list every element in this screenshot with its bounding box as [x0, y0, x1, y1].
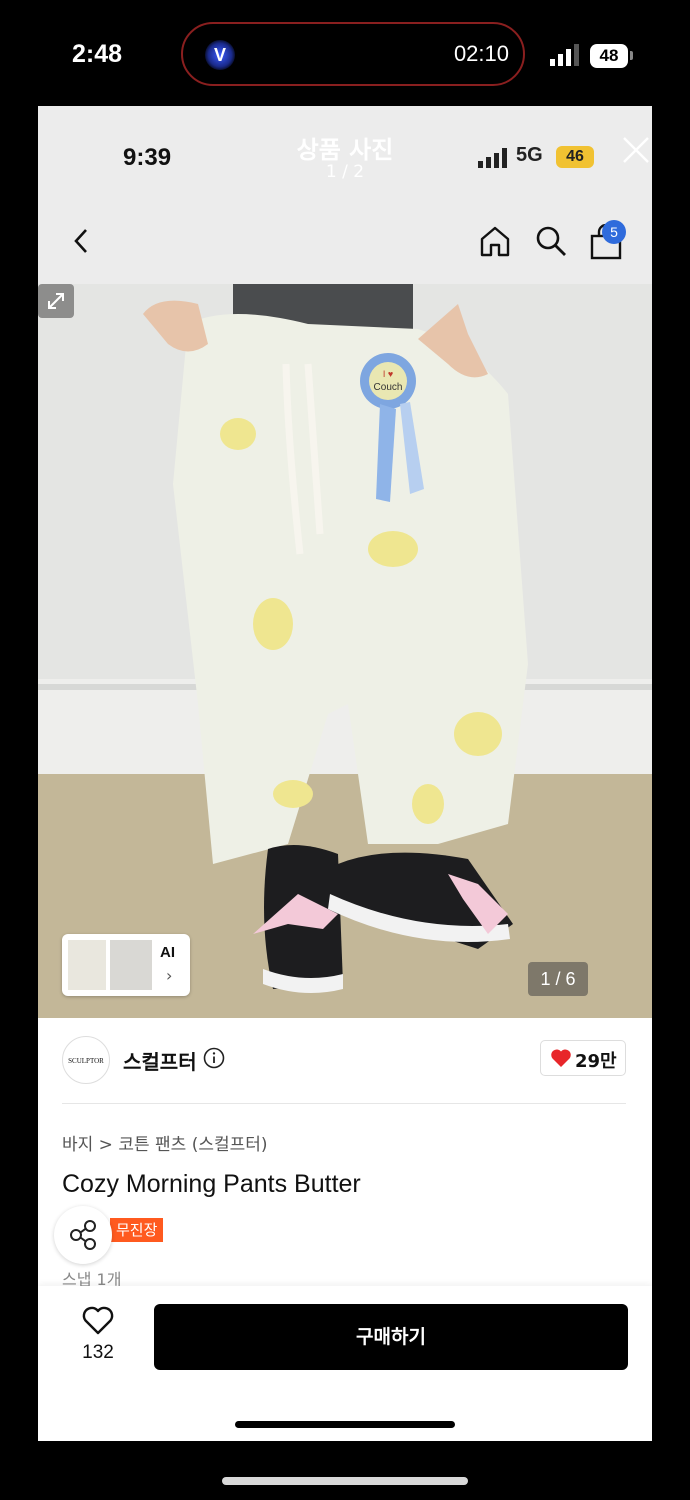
- seller-like-count: 29만: [575, 1051, 617, 1072]
- thumbnail-image: [110, 940, 152, 990]
- svg-text:Couch: Couch: [374, 382, 403, 393]
- ai-label: AI: [160, 944, 175, 961]
- dynamic-island: V 02:10: [181, 22, 525, 86]
- outer-home-indicator: [222, 1477, 468, 1485]
- network-type: 5G: [516, 144, 543, 166]
- recording-timer: 02:10: [453, 41, 509, 66]
- inner-battery-icon: 46: [556, 146, 594, 168]
- chevron-right-icon: ›: [166, 966, 173, 985]
- heart-outline-icon: [82, 1306, 114, 1335]
- wishlist-button[interactable]: 132: [78, 1306, 118, 1376]
- close-icon[interactable]: [620, 134, 652, 166]
- image-counter: 1 / 6: [528, 962, 588, 996]
- bottom-action-bar: 132 구매하기: [38, 1286, 652, 1441]
- divider: [62, 1103, 626, 1104]
- breadcrumb[interactable]: 바지 > 코튼 팬츠 (스컬프터): [62, 1130, 268, 1155]
- ai-similar-thumbnail[interactable]: AI ›: [62, 934, 190, 996]
- heart-icon: [551, 1049, 571, 1067]
- seller-like-button[interactable]: 29만: [540, 1040, 626, 1076]
- battery-tip: [630, 51, 633, 60]
- share-button[interactable]: [54, 1206, 112, 1264]
- app-header: 9:39 상품 사진 1 / 2 5G 46 5: [38, 106, 652, 284]
- battery-icon: 48: [590, 44, 628, 68]
- expand-icon[interactable]: [38, 284, 74, 318]
- signal-icon: [550, 44, 579, 66]
- product-name: Cozy Morning Pants Butter: [62, 1170, 361, 1198]
- seller-name[interactable]: 스컬프터: [123, 1046, 197, 1075]
- seller-logo[interactable]: SCULPTOR: [62, 1036, 110, 1084]
- outer-status-time: 2:48: [72, 40, 123, 68]
- home-indicator: [235, 1421, 455, 1428]
- recording-app-icon: V: [205, 40, 235, 70]
- product-photo[interactable]: I ♥ Couch AI › 1 / 6: [38, 284, 652, 1018]
- cart-count-badge: 5: [602, 220, 626, 244]
- buy-button[interactable]: 구매하기: [154, 1304, 628, 1370]
- info-icon[interactable]: [203, 1047, 225, 1069]
- back-icon[interactable]: [68, 226, 96, 256]
- app-screen: 9:39 상품 사진 1 / 2 5G 46 5 I ♥ Couch AI › …: [38, 106, 652, 1441]
- share-icon: [70, 1220, 96, 1250]
- thumbnail-image: [68, 940, 106, 990]
- home-icon[interactable]: [478, 224, 512, 258]
- search-icon[interactable]: [534, 224, 568, 258]
- product-image: I ♥ Couch: [38, 284, 652, 1018]
- inner-signal-icon: [478, 148, 507, 168]
- store-tag: 무진장: [110, 1218, 164, 1242]
- wishlist-count: 132: [82, 1342, 114, 1363]
- svg-text:I ♥: I ♥: [383, 369, 393, 379]
